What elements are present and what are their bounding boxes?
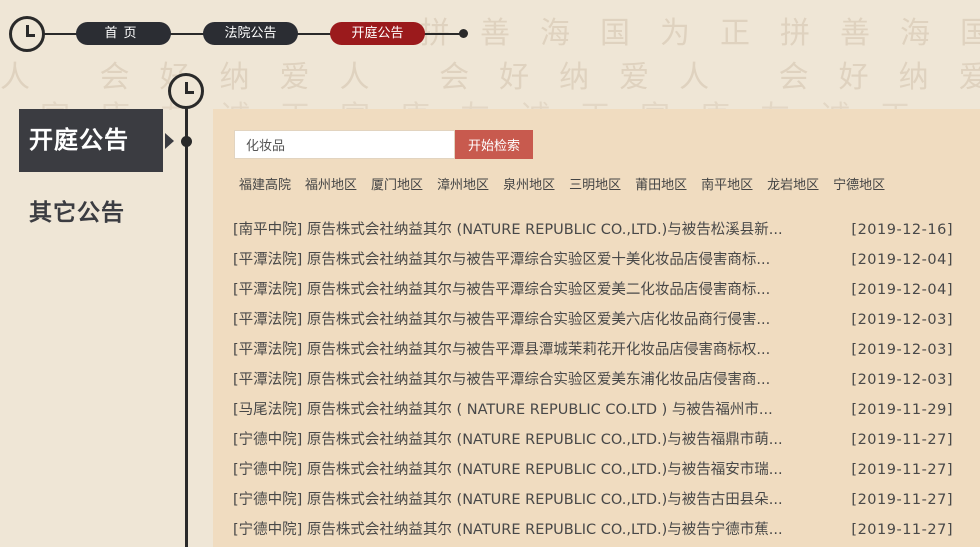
notice-date: [2019-12-03] — [851, 342, 953, 358]
notice-date: [2019-12-03] — [851, 312, 953, 328]
search-input[interactable] — [234, 130, 455, 159]
region-link[interactable]: 三明地区 — [569, 174, 621, 193]
background-watermark: 拼善海国为正拼善海国 人 会好纳爱人 会好纳爱人 会好纳爱 富康友诚正富康友诚正… — [0, 0, 980, 110]
watermark-row: 人 会好纳爱人 会好纳爱人 会好纳爱 — [0, 60, 980, 95]
notice-date: [2019-12-04] — [851, 282, 953, 298]
list-item[interactable]: [南平中院] 原告株式会社纳益其尔 (NATURE REPUBLIC CO.,L… — [233, 219, 953, 249]
notice-title[interactable]: [平潭法院] 原告株式会社纳益其尔与被告平潭综合实验区爱十美化妆品店侵害商标..… — [233, 249, 833, 279]
notice-date: [2019-11-27] — [851, 432, 953, 448]
list-item[interactable]: [平潭法院] 原告株式会社纳益其尔与被告平潭综合实验区爱美六店化妆品商行侵害..… — [233, 309, 953, 339]
notice-title[interactable]: [平潭法院] 原告株式会社纳益其尔与被告平潭综合实验区爱美东浦化妆品店侵害商..… — [233, 369, 833, 399]
notice-title[interactable]: [宁德中院] 原告株式会社纳益其尔 (NATURE REPUBLIC CO.,L… — [233, 459, 833, 489]
clock-icon — [168, 73, 204, 109]
list-item[interactable]: [宁德中院] 原告株式会社纳益其尔 (NATURE REPUBLIC CO.,L… — [233, 459, 953, 489]
notice-title[interactable]: [马尾法院] 原告株式会社纳益其尔 ( NATURE REPUBLIC CO.L… — [233, 399, 833, 429]
region-link[interactable]: 泉州地区 — [503, 174, 555, 193]
breadcrumb-hearing-notices[interactable]: 开庭公告 — [330, 22, 425, 45]
region-link[interactable]: 漳州地区 — [437, 174, 489, 193]
active-pointer-icon — [165, 133, 174, 149]
region-link[interactable]: 福州地区 — [305, 174, 357, 193]
notice-title[interactable]: [平潭法院] 原告株式会社纳益其尔与被告平潭综合实验区爱美二化妆品店侵害商标..… — [233, 279, 833, 309]
notice-date: [2019-12-04] — [851, 252, 953, 268]
list-item[interactable]: [平潭法院] 原告株式会社纳益其尔与被告平潭县潭城茉莉花开化妆品店侵害商标权..… — [233, 339, 953, 369]
notice-title[interactable]: [宁德中院] 原告株式会社纳益其尔 (NATURE REPUBLIC CO.,L… — [233, 519, 833, 547]
region-link[interactable]: 厦门地区 — [371, 174, 423, 193]
clock-icon — [9, 16, 45, 52]
list-item[interactable]: [平潭法院] 原告株式会社纳益其尔与被告平潭综合实验区爱美二化妆品店侵害商标..… — [233, 279, 953, 309]
list-item[interactable]: [平潭法院] 原告株式会社纳益其尔与被告平潭综合实验区爱美东浦化妆品店侵害商..… — [233, 369, 953, 399]
region-link[interactable]: 福建高院 — [239, 174, 291, 193]
breadcrumb-court-notices[interactable]: 法院公告 — [203, 22, 298, 45]
notice-date: [2019-11-27] — [851, 492, 953, 508]
list-item[interactable]: [马尾法院] 原告株式会社纳益其尔 ( NATURE REPUBLIC CO.L… — [233, 399, 953, 429]
sidebar-timeline-line — [185, 108, 188, 547]
notice-title[interactable]: [宁德中院] 原告株式会社纳益其尔 (NATURE REPUBLIC CO.,L… — [233, 429, 833, 459]
breadcrumb-home[interactable]: 首页 — [76, 22, 171, 45]
watermark-row: 拼善海国为正拼善海国 — [420, 16, 980, 51]
search-button[interactable]: 开始检索 — [455, 130, 533, 159]
region-link[interactable]: 宁德地区 — [833, 174, 885, 193]
sidebar-item-hearing-notices[interactable]: 开庭公告 — [19, 109, 163, 172]
region-link[interactable]: 南平地区 — [701, 174, 753, 193]
notice-title[interactable]: [平潭法院] 原告株式会社纳益其尔与被告平潭综合实验区爱美六店化妆品商行侵害..… — [233, 309, 833, 339]
content-panel: 开始检索 福建高院 福州地区 厦门地区 漳州地区 泉州地区 三明地区 莆田地区 … — [213, 109, 980, 547]
sidebar-timeline-dot — [181, 136, 192, 147]
list-item[interactable]: [宁德中院] 原告株式会社纳益其尔 (NATURE REPUBLIC CO.,L… — [233, 489, 953, 519]
notice-date: [2019-12-16] — [851, 222, 953, 238]
notice-title[interactable]: [平潭法院] 原告株式会社纳益其尔与被告平潭县潭城茉莉花开化妆品店侵害商标权..… — [233, 339, 833, 369]
notice-title[interactable]: [宁德中院] 原告株式会社纳益其尔 (NATURE REPUBLIC CO.,L… — [233, 489, 833, 519]
notice-list: [南平中院] 原告株式会社纳益其尔 (NATURE REPUBLIC CO.,L… — [233, 219, 953, 547]
list-item[interactable]: [宁德中院] 原告株式会社纳益其尔 (NATURE REPUBLIC CO.,L… — [233, 519, 953, 547]
list-item[interactable]: [平潭法院] 原告株式会社纳益其尔与被告平潭综合实验区爱十美化妆品店侵害商标..… — [233, 249, 953, 279]
region-link[interactable]: 龙岩地区 — [767, 174, 819, 193]
notice-date: [2019-11-29] — [851, 402, 953, 418]
list-item[interactable]: [宁德中院] 原告株式会社纳益其尔 (NATURE REPUBLIC CO.,L… — [233, 429, 953, 459]
notice-date: [2019-12-03] — [851, 372, 953, 388]
notice-title[interactable]: [南平中院] 原告株式会社纳益其尔 (NATURE REPUBLIC CO.,L… — [233, 219, 833, 249]
notice-date: [2019-11-27] — [851, 522, 953, 538]
sidebar-item-other-notices[interactable]: 其它公告 — [29, 193, 125, 227]
notice-date: [2019-11-27] — [851, 462, 953, 478]
region-filter: 福建高院 福州地区 厦门地区 漳州地区 泉州地区 三明地区 莆田地区 南平地区 … — [239, 174, 899, 193]
region-link[interactable]: 莆田地区 — [635, 174, 687, 193]
breadcrumb-end-dot — [459, 29, 468, 38]
